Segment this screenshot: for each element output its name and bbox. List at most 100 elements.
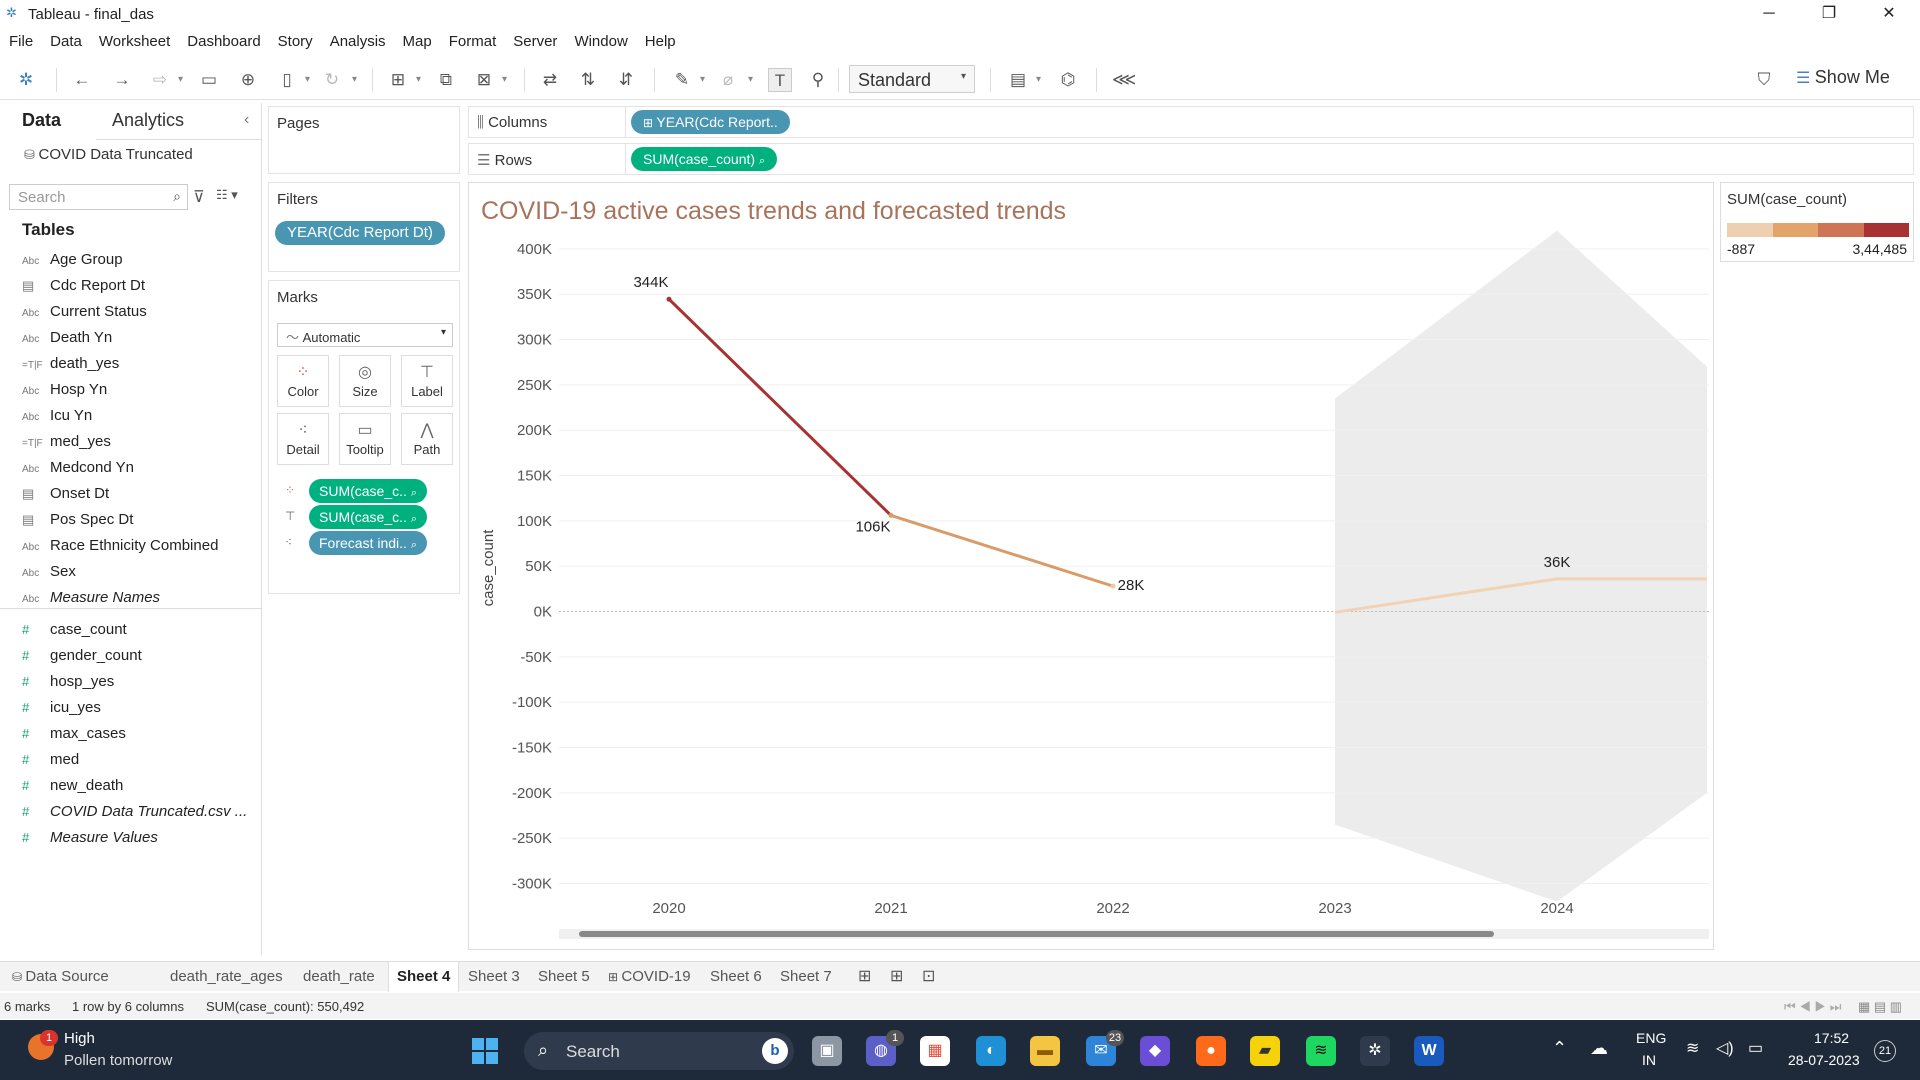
new-story-icon[interactable]: ⊡ bbox=[914, 962, 943, 992]
pages-card[interactable]: Pages bbox=[268, 106, 460, 174]
rows-shelf[interactable]: ☰ Rows SUM(case_count) ⌕ bbox=[468, 143, 1914, 175]
measure-field[interactable]: # max_cases bbox=[22, 722, 126, 746]
fit-mode-select[interactable]: Standard ▾ bbox=[849, 65, 975, 93]
tab-data-source[interactable]: ⛁ Data Source bbox=[4, 962, 117, 992]
sort-ascending-icon[interactable]: ⇅ bbox=[576, 68, 600, 92]
menu-story[interactable]: Story bbox=[269, 30, 321, 50]
start-button[interactable] bbox=[472, 1038, 498, 1064]
tab-analytics[interactable]: Analytics bbox=[112, 110, 184, 131]
measure-field[interactable]: # COVID Data Truncated.csv ... bbox=[22, 800, 247, 824]
mail-icon[interactable]: ✉ 23 bbox=[1086, 1030, 1124, 1066]
sort-descending-icon[interactable]: ⇵ bbox=[614, 68, 638, 92]
measure-field[interactable]: # Measure Values bbox=[22, 826, 158, 850]
marks-pill-forecast[interactable]: Forecast indi.. ⌕ bbox=[309, 531, 427, 555]
tab-sheet-4[interactable]: Sheet 4 bbox=[388, 962, 460, 992]
dimension-field[interactable]: Abc Death Yn bbox=[22, 326, 112, 350]
battery-icon[interactable]: ▭ bbox=[1748, 1038, 1763, 1058]
marks-pill-label[interactable]: SUM(case_c.. ⌕ bbox=[309, 505, 427, 529]
columns-pill[interactable]: ⊞ YEAR(Cdc Report.. bbox=[631, 110, 790, 134]
task-view-icon[interactable]: ▣ bbox=[812, 1036, 842, 1066]
datasource-name[interactable]: ⛁ COVID Data Truncated bbox=[24, 146, 193, 163]
sticky-notes-icon[interactable]: ▰ bbox=[1250, 1036, 1280, 1066]
teams-icon[interactable]: ◍ 1 bbox=[866, 1030, 904, 1066]
measure-field[interactable]: # case_count bbox=[22, 618, 127, 642]
close-button[interactable]: ✕ bbox=[1866, 2, 1912, 26]
measure-field[interactable]: # med bbox=[22, 748, 79, 772]
file-explorer-icon[interactable]: ▬ bbox=[1030, 1036, 1060, 1066]
share-icon[interactable]: ⋘ bbox=[1112, 68, 1136, 92]
detail-button[interactable]: ⁖ Detail bbox=[277, 413, 329, 465]
minimize-button[interactable]: ─ bbox=[1746, 2, 1792, 26]
tab-data[interactable]: Data bbox=[22, 110, 61, 131]
show-cards-icon[interactable]: ▤ bbox=[1006, 68, 1030, 92]
color-button[interactable]: ⁘ Color bbox=[277, 355, 329, 407]
notification-badge[interactable]: 21 bbox=[1874, 1040, 1896, 1062]
filter-icon[interactable]: ⊽ bbox=[193, 187, 205, 207]
dimension-field[interactable]: Abc Race Ethnicity Combined bbox=[22, 534, 218, 558]
format-painter-icon[interactable]: ⛉ bbox=[1752, 68, 1776, 92]
dimension-field[interactable]: ▤ Pos Spec Dt bbox=[22, 508, 133, 532]
refresh-icon[interactable]: ↻ bbox=[320, 68, 344, 92]
dimension-field[interactable]: Abc Medcond Yn bbox=[22, 456, 134, 480]
replay-icon[interactable]: ⇨ bbox=[148, 68, 172, 92]
menu-file[interactable]: File bbox=[0, 30, 41, 50]
dimension-field[interactable]: Abc Current Status bbox=[22, 300, 147, 324]
dimension-field[interactable]: Abc Measure Names bbox=[22, 586, 160, 610]
redo-icon[interactable]: → bbox=[110, 68, 134, 92]
dimension-field[interactable]: =T|F death_yes bbox=[22, 352, 119, 376]
measure-field[interactable]: # icu_yes bbox=[22, 696, 101, 720]
dimension-field[interactable]: Abc Hosp Yn bbox=[22, 378, 107, 402]
copilot-icon[interactable]: ◆ bbox=[1140, 1036, 1170, 1066]
new-worksheet-icon[interactable]: ⊞ bbox=[850, 962, 879, 992]
clock-time[interactable]: 17:52 bbox=[1814, 1030, 1849, 1046]
store-icon[interactable]: ▦ bbox=[920, 1036, 950, 1066]
rows-pill[interactable]: SUM(case_count) ⌕ bbox=[631, 147, 778, 171]
presentation-mode-icon[interactable]: ⌬ bbox=[1056, 68, 1080, 92]
word-icon[interactable]: W bbox=[1414, 1036, 1444, 1066]
show-me-button[interactable]: ☰ Show Me bbox=[1796, 67, 1890, 88]
tab-sheet-7[interactable]: Sheet 7 bbox=[772, 962, 840, 992]
viz-area[interactable]: COVID-19 active cases trends and forecas… bbox=[468, 182, 1714, 950]
label-button[interactable]: ⊤ Label bbox=[401, 355, 453, 407]
menu-analysis[interactable]: Analysis bbox=[321, 30, 394, 50]
measure-field[interactable]: # new_death bbox=[22, 774, 123, 798]
save-icon[interactable]: ▭ bbox=[197, 68, 221, 92]
menu-window[interactable]: Window bbox=[565, 30, 635, 50]
columns-shelf[interactable]: ⫼ Columns ⊞ YEAR(Cdc Report.. bbox=[468, 106, 1914, 138]
menu-map[interactable]: Map bbox=[394, 30, 440, 50]
new-worksheet-icon[interactable]: ⊞ bbox=[386, 68, 410, 92]
spotify-icon[interactable]: ≋ bbox=[1306, 1036, 1336, 1066]
dimension-field[interactable]: =T|F med_yes bbox=[22, 430, 111, 454]
tab-sheet-3[interactable]: Sheet 3 bbox=[460, 962, 528, 992]
measure-field[interactable]: # hosp_yes bbox=[22, 670, 114, 694]
fix-axes-icon[interactable]: ⚲ bbox=[806, 68, 830, 92]
taskbar-search[interactable]: ⌕ Search b bbox=[524, 1032, 794, 1070]
chart-svg[interactable]: 400K 350K 300K 250K 200K 150K 100K 50K 0K -50K -10… bbox=[469, 183, 1715, 951]
restore-button[interactable]: ❐ bbox=[1806, 2, 1852, 26]
view-grid-icons[interactable]: ▦ ▤ ▥ bbox=[1858, 999, 1902, 1015]
menu-worksheet[interactable]: Worksheet bbox=[90, 30, 178, 50]
dimension-field[interactable]: Abc Sex bbox=[22, 560, 76, 584]
pause-updates-icon[interactable]: ▯ bbox=[275, 68, 299, 92]
menu-help[interactable]: Help bbox=[636, 30, 684, 50]
duplicate-sheet-icon[interactable]: ⧉ bbox=[434, 68, 458, 92]
marks-pill-color[interactable]: SUM(case_c.. ⌕ bbox=[309, 479, 427, 503]
dimension-field[interactable]: ▤ Cdc Report Dt bbox=[22, 274, 145, 298]
color-legend[interactable]: SUM(case_count) -887 3,44,485 bbox=[1720, 182, 1914, 262]
show-mark-labels-icon[interactable]: T bbox=[768, 68, 792, 92]
language-primary[interactable]: ENG bbox=[1636, 1030, 1666, 1046]
size-button[interactable]: ◎ Size bbox=[339, 355, 391, 407]
search-input[interactable]: Search ⌕ bbox=[9, 184, 188, 210]
tableau-home-icon[interactable]: ✲ bbox=[14, 68, 38, 92]
tooltip-button[interactable]: ▭ Tooltip bbox=[339, 413, 391, 465]
clock-date[interactable]: 28-07-2023 bbox=[1788, 1052, 1860, 1068]
firefox-icon[interactable]: ● bbox=[1196, 1036, 1226, 1066]
group-members-icon[interactable]: ⌀ bbox=[716, 68, 740, 92]
measure-field[interactable]: # gender_count bbox=[22, 644, 142, 668]
dimension-field[interactable]: Abc Age Group bbox=[22, 248, 123, 272]
clear-sheet-icon[interactable]: ⊠ bbox=[472, 68, 496, 92]
edge-icon[interactable]: ◐ bbox=[976, 1036, 1006, 1066]
bing-icon[interactable]: b bbox=[762, 1038, 788, 1064]
onedrive-icon[interactable]: ☁ bbox=[1590, 1038, 1608, 1059]
menu-format[interactable]: Format bbox=[440, 30, 505, 50]
